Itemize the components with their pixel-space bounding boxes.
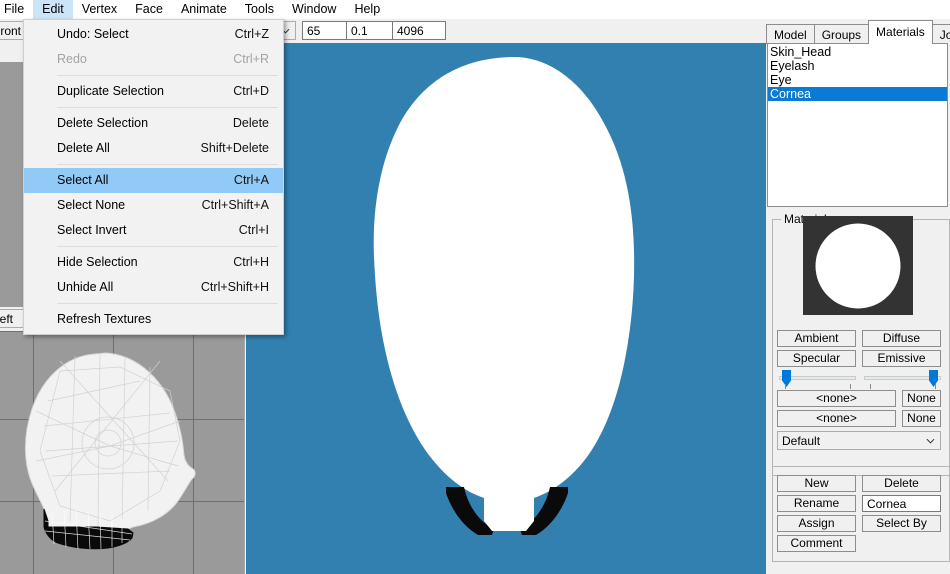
main-viewport-toolbar: 65 0.1 4096 (246, 19, 766, 43)
menu-item-redo[interactable]: Redo Ctrl+R (24, 47, 283, 72)
menu-item-duplicate-selection[interactable]: Duplicate Selection Ctrl+D (24, 79, 283, 104)
list-item[interactable]: Eyelash (768, 59, 947, 73)
menu-face[interactable]: Face (126, 0, 172, 19)
fov-field[interactable]: 65 (302, 21, 347, 40)
menu-item-select-invert[interactable]: Select Invert Ctrl+I (24, 218, 283, 243)
material-name: Cornea (770, 87, 811, 101)
menu-item-hide-selection[interactable]: Hide Selection Ctrl+H (24, 250, 283, 275)
left-view-select-value: Left (0, 311, 14, 326)
far-clip-field[interactable]: 4096 (392, 21, 446, 40)
emissive-color-button[interactable]: Emissive (862, 350, 941, 367)
list-item-selected[interactable]: Cornea (768, 87, 947, 101)
menu-separator (57, 303, 278, 304)
chevron-down-icon (926, 438, 935, 444)
blend-mode-value: Default (782, 433, 821, 448)
slider-thumb[interactable] (782, 370, 791, 387)
fov-value: 65 (307, 23, 321, 38)
material-preview-sphere (815, 223, 901, 308)
tab-groups-label: Groups (821, 28, 862, 42)
material-name: Skin_Head (770, 45, 832, 59)
panel-tabbar: Model Groups Materials Joints (766, 19, 950, 44)
menu-item-select-all[interactable]: Select All Ctrl+A (24, 168, 283, 193)
menu-separator (57, 246, 278, 247)
tab-model-label: Model (774, 28, 807, 42)
select-by-material-button[interactable]: Select By (862, 515, 941, 532)
shininess-slider[interactable] (779, 370, 856, 389)
menu-edit[interactable]: Edit (33, 0, 73, 19)
specular-color-button[interactable]: Specular (777, 350, 856, 367)
main-3d-viewport[interactable] (246, 43, 766, 574)
rename-material-button[interactable]: Rename (777, 495, 856, 512)
texture-clear-button-2[interactable]: None (902, 410, 941, 427)
near-clip-value: 0.1 (351, 23, 368, 38)
menu-tools[interactable]: Tools (236, 0, 283, 19)
menu-item-undo[interactable]: Undo: Select Ctrl+Z (24, 22, 283, 47)
head-wireframe-model (25, 352, 196, 550)
slider-thumb[interactable] (929, 370, 938, 387)
menu-file[interactable]: File (0, 0, 33, 19)
front-view-select-value: Front (0, 23, 22, 38)
tab-materials[interactable]: Materials (868, 20, 933, 44)
alpha-slider[interactable] (864, 370, 941, 389)
menu-animate[interactable]: Animate (172, 0, 236, 19)
menu-window[interactable]: Window (283, 0, 345, 19)
tab-joints-label: Joints (939, 28, 950, 42)
far-clip-value: 4096 (397, 23, 424, 38)
application-window: Front Left 2 -1024 (0, 0, 950, 574)
edit-menu-dropdown: Undo: Select Ctrl+Z Redo Ctrl+R Duplicat… (23, 19, 284, 335)
menu-help[interactable]: Help (345, 0, 389, 19)
texture-path-button-2[interactable]: <none> (777, 410, 896, 427)
tab-groups[interactable]: Groups (813, 24, 870, 44)
menu-separator (57, 75, 278, 76)
material-name-value: Cornea (867, 496, 907, 511)
menu-separator (57, 164, 278, 165)
left-wireframe-viewport[interactable] (0, 331, 244, 574)
menu-separator (57, 107, 278, 108)
material-preview (803, 216, 913, 315)
diffuse-color-button[interactable]: Diffuse (862, 330, 941, 347)
ambient-color-button[interactable]: Ambient (777, 330, 856, 347)
new-material-button[interactable]: New (777, 475, 856, 492)
delete-material-button[interactable]: Delete (862, 475, 941, 492)
material-name-input[interactable]: Cornea (862, 495, 941, 512)
tab-joints[interactable]: Joints (931, 24, 950, 44)
tab-model[interactable]: Model (766, 24, 815, 44)
menu-item-refresh-textures[interactable]: Refresh Textures (24, 307, 283, 332)
material-name: Eye (770, 73, 792, 87)
list-item[interactable]: Skin_Head (768, 45, 947, 59)
menu-item-delete-selection[interactable]: Delete Selection Delete (24, 111, 283, 136)
assign-material-button[interactable]: Assign (777, 515, 856, 532)
texture-path-button-1[interactable]: <none> (777, 390, 896, 407)
menu-item-select-none[interactable]: Select None Ctrl+Shift+A (24, 193, 283, 218)
material-name: Eyelash (770, 59, 815, 73)
near-clip-field[interactable]: 0.1 (346, 21, 393, 40)
texture-clear-button-1[interactable]: None (902, 390, 941, 407)
blend-mode-select[interactable]: Default (777, 431, 941, 450)
head-front-model (373, 57, 635, 535)
comment-material-button[interactable]: Comment (777, 535, 856, 552)
menu-vertex[interactable]: Vertex (73, 0, 126, 19)
menu-item-delete-all[interactable]: Delete All Shift+Delete (24, 136, 283, 161)
list-item[interactable]: Eye (768, 73, 947, 87)
menu-bar: File Edit Vertex Face Animate Tools Wind… (0, 0, 950, 19)
menu-item-unhide-all[interactable]: Unhide All Ctrl+Shift+H (24, 275, 283, 300)
material-list[interactable]: Skin_Head Eyelash Eye Cornea (767, 43, 948, 207)
tab-materials-label: Materials (876, 25, 925, 39)
